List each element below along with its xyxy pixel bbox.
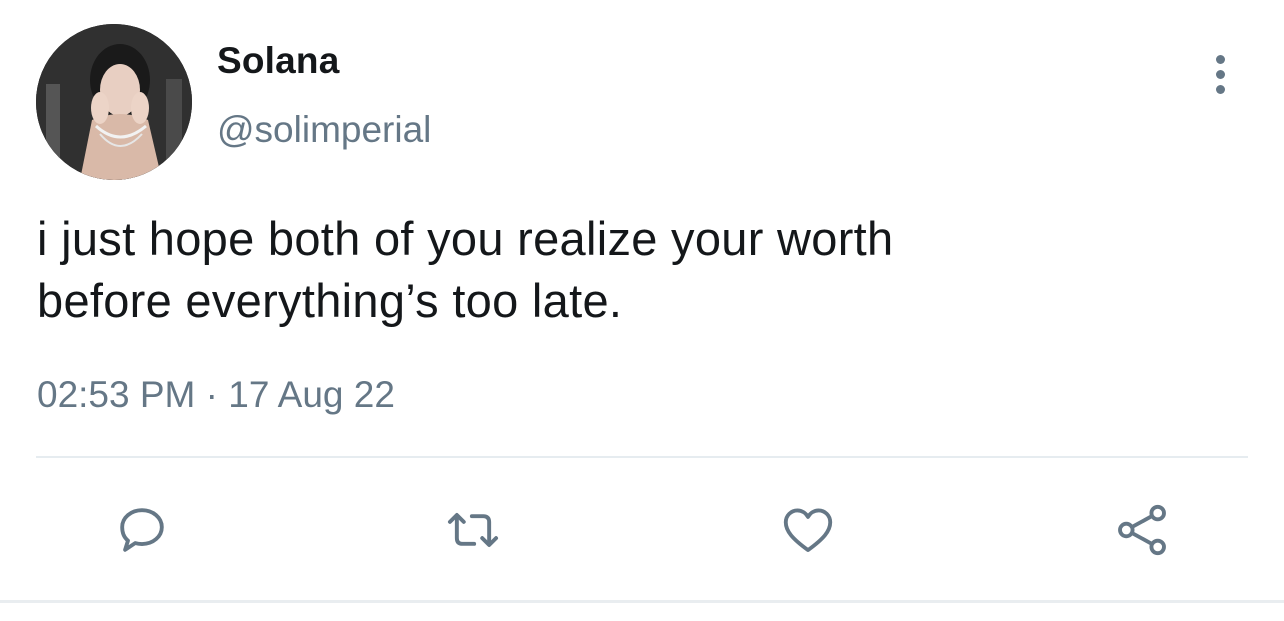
tweet-text-line: i just hope both of you realize your wor… bbox=[37, 212, 894, 265]
share-icon bbox=[1118, 504, 1166, 556]
retweet-button[interactable] bbox=[443, 500, 503, 560]
heart-icon bbox=[783, 508, 833, 552]
display-name[interactable]: Solana bbox=[217, 40, 340, 82]
more-options-button[interactable] bbox=[1198, 52, 1242, 96]
tweet-text-line: before everything’s too late. bbox=[37, 274, 623, 327]
bottom-divider bbox=[0, 600, 1284, 603]
tweet-timestamp[interactable]: 02:53 PM · 17 Aug 22 bbox=[37, 374, 395, 416]
more-dot-icon bbox=[1215, 54, 1225, 64]
tweet-card: Solana @solimperial i just hope both of … bbox=[0, 0, 1284, 621]
more-dot-icon bbox=[1215, 84, 1225, 94]
tweet-text: i just hope both of you realize your wor… bbox=[37, 208, 1187, 332]
user-handle[interactable]: @solimperial bbox=[217, 109, 431, 151]
share-button[interactable] bbox=[1112, 500, 1172, 560]
reply-button[interactable] bbox=[112, 500, 172, 560]
avatar-image bbox=[36, 24, 192, 180]
divider bbox=[36, 456, 1248, 458]
like-button[interactable] bbox=[778, 500, 838, 560]
avatar[interactable] bbox=[36, 24, 192, 180]
retweet-icon bbox=[447, 513, 499, 547]
reply-icon bbox=[120, 508, 164, 552]
more-dot-icon bbox=[1215, 69, 1225, 79]
